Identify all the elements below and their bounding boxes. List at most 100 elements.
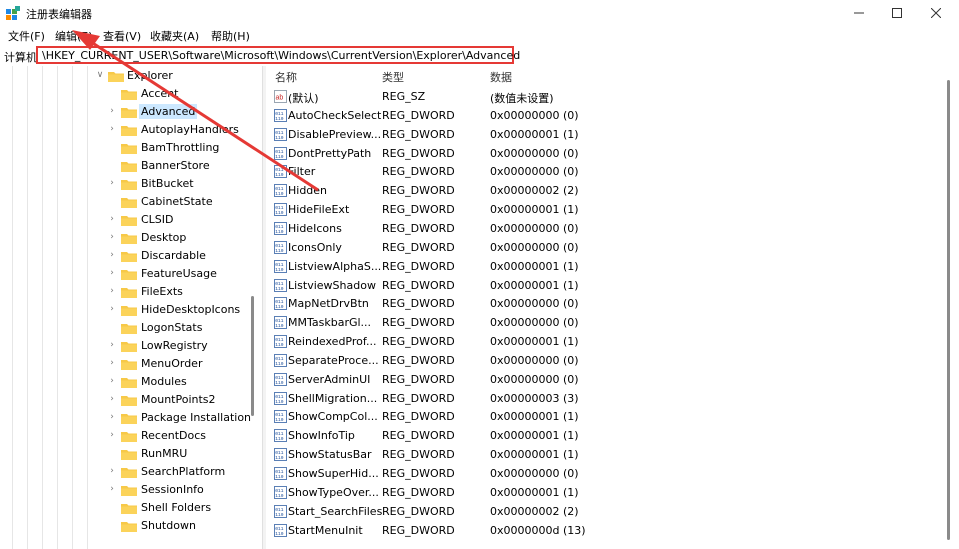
chevron-right-icon[interactable]: › bbox=[107, 286, 117, 296]
tree-item[interactable]: › SearchPlatform bbox=[0, 463, 262, 481]
value-row[interactable]: 011 110 ShowTypeOver... REG_DWORD 0x00000001… bbox=[266, 484, 946, 503]
tree-item[interactable]: › Desktop bbox=[0, 229, 262, 247]
value-row[interactable]: 011 110 DisablePreview... REG_DWORD 0x000000… bbox=[266, 126, 946, 145]
address-input[interactable]: \HKEY_CURRENT_USER\Software\Microsoft\Wi… bbox=[36, 46, 520, 64]
tree-item[interactable]: › Advanced bbox=[0, 103, 262, 121]
tree-item[interactable]: › CLSID bbox=[0, 211, 262, 229]
tree-item[interactable]: › BitBucket bbox=[0, 175, 262, 193]
tree-item[interactable]: Shell Folders bbox=[0, 499, 262, 517]
tree-item[interactable]: RunMRU bbox=[0, 445, 262, 463]
tree-item-label: HideDesktopIcons bbox=[141, 303, 241, 316]
value-row[interactable]: 011 110 Filter REG_DWORD 0x00000000 (0) bbox=[266, 163, 946, 182]
value-row[interactable]: 011 110 ListviewShadow REG_DWORD 0x00000001 … bbox=[266, 277, 946, 296]
tree-item[interactable]: Shutdown bbox=[0, 517, 262, 535]
binary-value-icon: 011110 bbox=[274, 259, 287, 273]
tree-item-label: MenuOrder bbox=[141, 357, 203, 370]
chevron-right-icon[interactable]: › bbox=[107, 412, 117, 422]
column-header-type[interactable]: 类型 bbox=[382, 69, 404, 85]
column-header-data[interactable]: 数据 bbox=[490, 69, 512, 85]
tree-item[interactable]: Accent bbox=[0, 85, 262, 103]
folder-icon bbox=[121, 108, 137, 118]
chevron-right-icon[interactable]: › bbox=[107, 304, 117, 314]
value-type: REG_DWORD bbox=[382, 108, 455, 122]
value-row[interactable]: 011 110 ServerAdminUI REG_DWORD 0x00000000 (… bbox=[266, 371, 946, 390]
value-row[interactable]: ab (默认) REG_SZ (数值未设置) bbox=[266, 88, 946, 107]
value-type: REG_DWORD bbox=[382, 221, 455, 235]
value-row[interactable]: 011 110 SeparateProce... REG_DWORD 0x0000000… bbox=[266, 352, 946, 371]
tree-item[interactable]: › AutoplayHandlers bbox=[0, 121, 262, 139]
value-row[interactable]: 011 110 ShellMigration... REG_DWORD 0x000000… bbox=[266, 390, 946, 409]
tree-item[interactable]: › Modules bbox=[0, 373, 262, 391]
chevron-right-icon[interactable]: › bbox=[107, 106, 117, 116]
tree-item[interactable]: LogonStats bbox=[0, 319, 262, 337]
tree-item-label: BannerStore bbox=[141, 159, 210, 172]
value-row[interactable]: 011 110 HideIcons REG_DWORD 0x00000000 (0) bbox=[266, 220, 946, 239]
value-row[interactable]: 011 110 ShowInfoTip REG_DWORD 0x00000001 (1) bbox=[266, 427, 946, 446]
chevron-right-icon[interactable]: › bbox=[107, 178, 117, 188]
menu-file[interactable]: 文件(F) bbox=[8, 28, 45, 44]
key-tree[interactable]: ∨ Explorer Accent › Advanced › AutoplayHandler… bbox=[0, 66, 262, 549]
chevron-right-icon[interactable]: › bbox=[107, 466, 117, 476]
chevron-right-icon[interactable]: › bbox=[107, 250, 117, 260]
values-scrollbar[interactable] bbox=[947, 80, 950, 540]
value-row[interactable]: 011 110 StartMenuInit REG_DWORD 0x0000000d (… bbox=[266, 522, 946, 541]
tree-item-label: Package Installation bbox=[141, 411, 252, 424]
value-row[interactable]: 011 110 MMTaskbarGl... REG_DWORD 0x00000000 … bbox=[266, 314, 946, 333]
tree-item[interactable]: BannerStore bbox=[0, 157, 262, 175]
value-row[interactable]: 011 110 ListviewAlphaS... REG_DWORD 0x000000… bbox=[266, 258, 946, 277]
chevron-down-icon[interactable]: ∨ bbox=[95, 70, 105, 80]
tree-item[interactable]: › MountPoints2 bbox=[0, 391, 262, 409]
value-row[interactable]: 011 110 ReindexedProf... REG_DWORD 0x0000000… bbox=[266, 333, 946, 352]
chevron-right-icon[interactable]: › bbox=[107, 268, 117, 278]
value-type: REG_DWORD bbox=[382, 391, 455, 405]
chevron-right-icon[interactable]: › bbox=[107, 340, 117, 350]
value-row[interactable]: 011 110 DontPrettyPath REG_DWORD 0x00000000 … bbox=[266, 145, 946, 164]
value-row[interactable]: 011 110 HideFileExt REG_DWORD 0x00000001 (1) bbox=[266, 201, 946, 220]
tree-item[interactable]: › Discardable bbox=[0, 247, 262, 265]
values-list[interactable]: 名称 类型 数据 ab (默认) REG_SZ (数值未设置) 011 110 AutoCh… bbox=[266, 66, 959, 549]
tree-item[interactable]: › MenuOrder bbox=[0, 355, 262, 373]
column-header-name[interactable]: 名称 bbox=[275, 69, 297, 85]
value-row[interactable]: 011 110 ShowStatusBar REG_DWORD 0x00000001 (… bbox=[266, 446, 946, 465]
folder-icon bbox=[121, 180, 137, 190]
chevron-right-icon[interactable]: › bbox=[107, 484, 117, 494]
value-type: REG_DWORD bbox=[382, 372, 455, 386]
menu-help[interactable]: 帮助(H) bbox=[211, 28, 250, 44]
tree-item[interactable]: BamThrottling bbox=[0, 139, 262, 157]
value-type: REG_DWORD bbox=[382, 259, 455, 273]
close-button[interactable] bbox=[913, 0, 959, 26]
tree-item[interactable]: › Package Installation bbox=[0, 409, 262, 427]
value-row[interactable]: 011 110 IconsOnly REG_DWORD 0x00000000 (0) bbox=[266, 239, 946, 258]
value-row[interactable]: 011 110 Hidden REG_DWORD 0x00000002 (2) bbox=[266, 182, 946, 201]
binary-value-icon: 011110 bbox=[274, 240, 287, 254]
tree-item[interactable]: ∨ Explorer bbox=[0, 67, 262, 85]
value-row[interactable]: 011 110 ShowSuperHid... REG_DWORD 0x00000000… bbox=[266, 465, 946, 484]
folder-icon bbox=[121, 450, 137, 460]
chevron-right-icon[interactable]: › bbox=[107, 358, 117, 368]
value-row[interactable]: 011 110 ShowCompCol... REG_DWORD 0x00000001 … bbox=[266, 408, 946, 427]
value-row[interactable]: 011 110 Start_SearchFiles REG_DWORD 0x000000… bbox=[266, 503, 946, 522]
tree-item[interactable]: › FeatureUsage bbox=[0, 265, 262, 283]
value-row[interactable]: 011 110 AutoCheckSelect REG_DWORD 0x00000000… bbox=[266, 107, 946, 126]
tree-item[interactable]: › LowRegistry bbox=[0, 337, 262, 355]
address-bar: 计算机 \HKEY_CURRENT_USER\Software\Microsof… bbox=[0, 46, 959, 67]
value-type: REG_DWORD bbox=[382, 278, 455, 292]
tree-item[interactable]: › FileExts bbox=[0, 283, 262, 301]
folder-icon bbox=[121, 144, 137, 154]
value-row[interactable]: 011 110 MapNetDrvBtn REG_DWORD 0x00000000 (0… bbox=[266, 295, 946, 314]
menu-view[interactable]: 查看(V) bbox=[103, 28, 141, 44]
chevron-right-icon[interactable]: › bbox=[107, 394, 117, 404]
chevron-right-icon[interactable]: › bbox=[107, 124, 117, 134]
chevron-right-icon[interactable]: › bbox=[107, 214, 117, 224]
tree-item[interactable]: › RecentDocs bbox=[0, 427, 262, 445]
chevron-right-icon[interactable]: › bbox=[107, 376, 117, 386]
chevron-right-icon[interactable]: › bbox=[107, 232, 117, 242]
tree-item[interactable]: › HideDesktopIcons bbox=[0, 301, 262, 319]
binary-value-icon: 011110 bbox=[274, 504, 287, 518]
window-title: 注册表编辑器 bbox=[26, 8, 92, 21]
menu-edit[interactable]: 编辑(E) bbox=[55, 28, 93, 44]
tree-item[interactable]: CabinetState bbox=[0, 193, 262, 211]
tree-item[interactable]: › SessionInfo bbox=[0, 481, 262, 499]
menu-favorites[interactable]: 收藏夹(A) bbox=[150, 28, 199, 44]
chevron-right-icon[interactable]: › bbox=[107, 430, 117, 440]
